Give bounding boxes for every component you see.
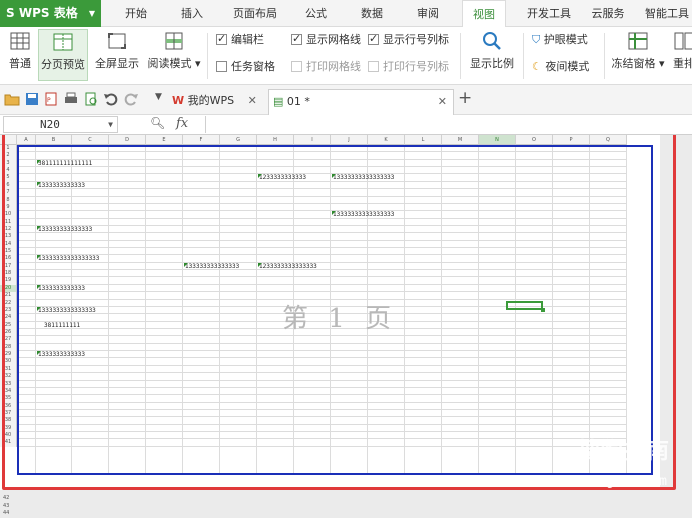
new-tab-plus-icon[interactable]: + (458, 88, 472, 108)
tab-data[interactable]: 数据 (350, 0, 394, 27)
tab-document-01[interactable]: ▤ 01 * ✕ (268, 89, 454, 115)
name-box[interactable]: N20 ▼ (3, 116, 118, 133)
page-break-preview-button[interactable]: 分页预览 (38, 29, 88, 81)
tab-developer[interactable]: 开发工具 (520, 0, 578, 27)
tab-formula[interactable]: 公式 (294, 0, 338, 27)
open-folder-icon[interactable] (4, 91, 20, 107)
eye-protection-button[interactable]: ⛉ 护眼模式 (532, 32, 588, 48)
tab-smart-tools[interactable]: 智能工具 (642, 0, 692, 27)
tab-mywps[interactable]: W 我的WPS ✕ (172, 89, 264, 115)
undo-icon[interactable] (103, 91, 119, 107)
row-header-43[interactable]: 43 (3, 503, 9, 509)
row-header-42[interactable]: 42 (3, 495, 9, 501)
close-icon[interactable]: ✕ (248, 94, 257, 107)
wps-w-icon: W (172, 94, 185, 107)
moon-icon: ☾ (532, 60, 542, 73)
ribbon-divider (460, 33, 461, 79)
print-headings-checkbox[interactable]: 打印行号列标 (368, 59, 449, 75)
reading-mode-icon (165, 32, 183, 50)
function-fx-icon[interactable]: fx (176, 116, 188, 131)
rearrange-icon (674, 32, 692, 50)
ribbon-divider (523, 33, 524, 79)
wps-logo-icon: S (6, 6, 15, 20)
shield-icon: ⛉ (532, 33, 541, 46)
chevron-down-icon: ▼ (88, 9, 95, 18)
export-pdf-icon[interactable]: P (43, 91, 59, 107)
row-header-44[interactable]: 44 (3, 510, 9, 516)
show-gridlines-checkbox[interactable]: 显示网格线 (291, 31, 361, 48)
full-screen-button[interactable]: 全屏显示 (92, 29, 142, 81)
full-screen-icon (108, 33, 126, 49)
save-icon[interactable] (24, 91, 40, 107)
tab-view[interactable]: 视图 (462, 0, 506, 28)
redo-icon[interactable] (123, 91, 139, 107)
svg-text:P: P (47, 97, 51, 104)
menu-bar: S WPS 表格 ▼ 开始 插入 页面布局 公式 数据 审阅 视图 开发工具 云… (0, 0, 692, 28)
sheet-doc-icon: ▤ (273, 95, 284, 108)
night-mode-button[interactable]: ☾ 夜间模式 (532, 59, 589, 75)
tab-cloud[interactable]: 云服务 (586, 0, 630, 27)
print-preview-icon[interactable] (83, 91, 99, 107)
ribbon: 普通 分页预览 全屏显示 阅读模式 ▾ 编辑栏 任务窗格 显示网格线 打印网格线… (0, 27, 692, 85)
magnifier-icon (483, 32, 501, 50)
zoom-button[interactable]: 显示比例 (466, 29, 518, 81)
tab-page-layout[interactable]: 页面布局 (226, 0, 284, 27)
print-gridlines-checkbox[interactable]: 打印网格线 (291, 59, 361, 75)
freeze-panes-icon (628, 32, 648, 50)
ribbon-divider (207, 33, 208, 79)
show-headings-checkbox[interactable]: 显示行号列标 (368, 31, 449, 48)
spreadsheet-area: ABCDEFGHIJKLMNOPQ 1 2 3 4 5 6 7 8 9 10 11 12 13 14 15 1… (0, 135, 692, 518)
tab-insert[interactable]: 插入 (170, 0, 214, 27)
chevron-down-icon: ▾ (655, 57, 665, 70)
site-watermark-url: zhinan.sogou.com (526, 474, 668, 489)
chevron-down-icon[interactable]: ▼ (108, 117, 113, 132)
formula-input[interactable] (205, 116, 690, 133)
chevron-down-icon: ▾ (191, 57, 201, 70)
normal-view-button[interactable]: 普通 (3, 29, 37, 81)
tab-home[interactable]: 开始 (114, 0, 158, 27)
normal-view-icon (10, 32, 30, 50)
search-icon[interactable]: 🔍︎ (150, 116, 165, 130)
page-break-preview-icon (53, 33, 73, 51)
reading-mode-button[interactable]: 阅读模式 ▾ (145, 29, 203, 81)
formula-bar: N20 ▼ 🔍︎ fx (0, 115, 692, 135)
site-watermark-logo: 搜狗指南 (577, 439, 670, 464)
print-icon[interactable] (63, 91, 79, 107)
task-pane-checkbox[interactable]: 任务窗格 (216, 59, 275, 75)
app-name: WPS 表格 (18, 6, 78, 20)
freeze-panes-button[interactable]: 冻结窗格 ▾ (608, 29, 668, 81)
quick-access-toolbar: P ▼ W 我的WPS ✕ ▤ 01 * ✕ + (0, 85, 692, 115)
close-icon[interactable]: ✕ (438, 90, 447, 114)
customize-toolbar-icon[interactable]: ▼ (155, 92, 162, 102)
tab-review[interactable]: 审阅 (406, 0, 450, 27)
ribbon-divider (604, 33, 605, 79)
rearrange-button[interactable]: 重排 (672, 29, 692, 81)
edit-bar-checkbox[interactable]: 编辑栏 (216, 31, 264, 48)
app-menu-button[interactable]: S WPS 表格 ▼ (0, 0, 101, 27)
highlight-annotation-box (2, 135, 676, 490)
